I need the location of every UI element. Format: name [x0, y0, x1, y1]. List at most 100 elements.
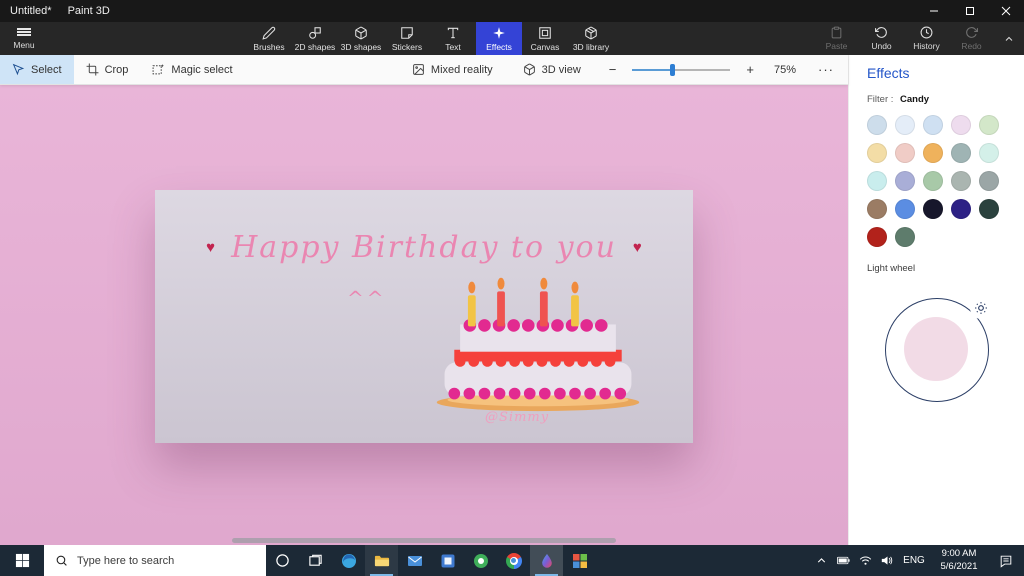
zoom-slider-thumb[interactable] [670, 63, 676, 76]
tool-effects[interactable]: Effects [476, 22, 522, 55]
taskbar-app-file-explorer[interactable] [365, 545, 398, 576]
filter-swatch[interactable] [979, 115, 999, 135]
maximize-button[interactable] [952, 0, 988, 22]
filter-swatch[interactable] [867, 199, 887, 219]
tool-canvas[interactable]: Canvas [522, 22, 568, 55]
magic-select-button[interactable]: Magic select [140, 55, 244, 84]
tool-label: 3D library [572, 41, 610, 52]
filter-swatch[interactable] [951, 199, 971, 219]
tool-brushes[interactable]: Brushes [246, 22, 292, 55]
close-icon [1001, 6, 1011, 16]
zoom-out-button[interactable]: − [593, 62, 623, 77]
filter-swatch[interactable] [895, 199, 915, 219]
minimize-button[interactable] [916, 0, 952, 22]
tool-text[interactable]: Text [430, 22, 476, 55]
collapse-ribbon-button[interactable] [994, 22, 1024, 55]
undo-icon [875, 27, 887, 38]
filter-swatch[interactable] [979, 143, 999, 163]
horizontal-scrollbar[interactable] [232, 538, 616, 543]
task-view-icon [309, 554, 322, 566]
action-center-button[interactable] [988, 554, 1024, 568]
zoom-slider[interactable] [632, 63, 731, 76]
3d-view-button[interactable]: 3D view [511, 55, 593, 84]
crop-button[interactable]: Crop [74, 55, 141, 84]
close-button[interactable] [988, 0, 1024, 22]
tray-expand-button[interactable] [810, 554, 832, 567]
tool-stickers[interactable]: Stickers [384, 22, 430, 55]
filter-swatch[interactable] [951, 143, 971, 163]
photo-canvas[interactable]: ♥ Happy Birthday to you ♥ ^^ @Simmy [155, 190, 693, 443]
heart-icon: ♥ [206, 239, 216, 256]
taskbar-app-green[interactable] [464, 545, 497, 576]
filter-swatch[interactable] [895, 143, 915, 163]
filter-swatch[interactable] [923, 143, 943, 163]
filter-swatch[interactable] [923, 199, 943, 219]
zoom-level: 75% [773, 63, 796, 76]
network-status[interactable] [854, 554, 876, 567]
2d-shapes-icon [309, 26, 321, 39]
taskbar-app-edge[interactable] [332, 545, 365, 576]
taskbar-search-input[interactable]: Type here to search [44, 545, 266, 576]
filter-swatch[interactable] [951, 115, 971, 135]
mixed-reality-label: Mixed reality [430, 63, 493, 76]
tool-3d-shapes[interactable]: 3D shapes [338, 22, 384, 55]
language-indicator[interactable]: ENG [898, 555, 930, 566]
filter-swatch[interactable] [867, 171, 887, 191]
system-tray: ENG 9:00 AM 5/6/2021 [810, 545, 1024, 576]
light-wheel[interactable] [885, 297, 992, 402]
history-button[interactable]: History [904, 22, 949, 55]
cortana-button[interactable] [266, 545, 299, 576]
filter-swatch[interactable] [923, 115, 943, 135]
filter-swatch[interactable] [979, 199, 999, 219]
more-options-button[interactable]: ··· [804, 62, 848, 77]
magic-select-label: Magic select [171, 63, 233, 76]
taskbar-app-paint3d[interactable] [530, 545, 563, 576]
birthday-cake-graphic [436, 277, 640, 412]
light-position-handle[interactable] [970, 297, 992, 319]
battery-icon [836, 556, 850, 565]
time-text: 9:00 AM [941, 548, 977, 560]
taskbar-app-blue[interactable] [431, 545, 464, 576]
menu-label: Menu [13, 40, 35, 51]
colorful-app-icon [572, 553, 587, 568]
greeting-text: Happy Birthday to you [231, 230, 617, 265]
clock[interactable]: 9:00 AM 5/6/2021 [930, 548, 988, 573]
mixed-reality-button[interactable]: Mixed reality [400, 55, 505, 84]
filter-swatch[interactable] [867, 143, 887, 163]
paste-button[interactable]: Paste [814, 22, 859, 55]
filter-swatch[interactable] [923, 171, 943, 191]
text-icon [447, 27, 459, 38]
filter-swatch[interactable] [867, 115, 887, 135]
redo-button[interactable]: Redo [949, 22, 994, 55]
taskbar-app-chrome[interactable] [497, 545, 530, 576]
volume-status[interactable] [876, 554, 898, 567]
titlebar: Untitled* Paint 3D [0, 0, 1024, 22]
main-toolbar: Menu Brushes 2D shapes 3D shapes Sticker… [0, 22, 1024, 55]
filter-swatch[interactable] [979, 171, 999, 191]
tool-3d-library[interactable]: 3D library [568, 22, 614, 55]
filter-swatch[interactable] [951, 171, 971, 191]
filter-swatch[interactable] [895, 115, 915, 135]
menu-button[interactable]: Menu [0, 22, 48, 55]
undo-label: Undo [871, 41, 892, 51]
filter-swatch[interactable] [895, 171, 915, 191]
select-button[interactable]: Select [0, 55, 74, 84]
filter-swatch[interactable] [895, 227, 915, 247]
effects-icon [493, 26, 505, 39]
light-wheel-center [904, 317, 968, 381]
taskbar-app-mail[interactable] [398, 545, 431, 576]
task-view-button[interactable] [299, 545, 332, 576]
filter-swatch[interactable] [867, 227, 887, 247]
date-text: 5/6/2021 [940, 560, 978, 572]
zoom-in-button[interactable]: + [740, 62, 760, 77]
tool-2d-shapes[interactable]: 2D shapes [292, 22, 338, 55]
green-app-icon [473, 553, 488, 568]
stickers-icon [401, 26, 413, 39]
start-button[interactable] [0, 545, 44, 576]
paint3d-icon [541, 553, 552, 568]
heart-icon: ♥ [632, 239, 642, 256]
undo-button[interactable]: Undo [859, 22, 904, 55]
taskbar-app-colorful[interactable] [563, 545, 596, 576]
battery-status[interactable] [832, 554, 854, 567]
paste-icon [831, 26, 842, 39]
